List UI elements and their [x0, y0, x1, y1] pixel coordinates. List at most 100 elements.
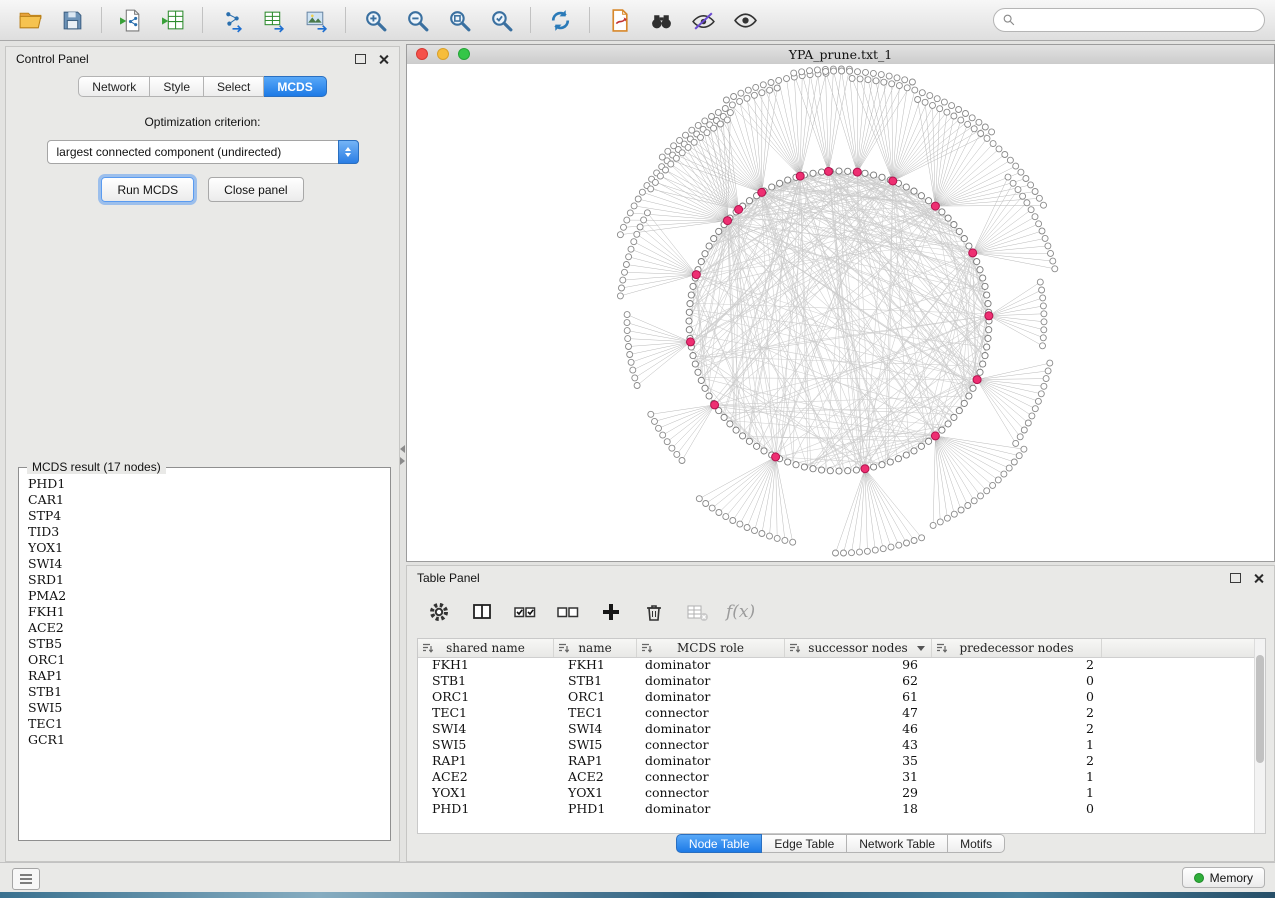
- table-row[interactable]: TEC1TEC1connector472: [418, 705, 1255, 721]
- tab-edge-table[interactable]: Edge Table: [762, 834, 847, 853]
- table-row[interactable]: ACE2ACE2connector311: [418, 769, 1255, 785]
- deselect-all-button[interactable]: [554, 598, 582, 626]
- table-row[interactable]: FKH1FKH1dominator962: [418, 657, 1255, 673]
- mcds-result-item[interactable]: ACE2: [28, 620, 387, 636]
- plus-icon: [599, 600, 623, 624]
- cell-filler: [1102, 769, 1255, 785]
- import-table-button[interactable]: [153, 4, 193, 36]
- zoom-out-icon: [405, 8, 430, 33]
- show-hide-button[interactable]: [725, 4, 765, 36]
- save-session-button[interactable]: [52, 4, 92, 36]
- cell-filler: [1102, 737, 1255, 753]
- show-columns-button[interactable]: [468, 598, 496, 626]
- mcds-result-item[interactable]: PHD1: [28, 476, 387, 492]
- close-panel-icon[interactable]: [1253, 573, 1264, 584]
- table-scrollbar[interactable]: [1254, 639, 1265, 833]
- mcds-result-item[interactable]: YOX1: [28, 540, 387, 556]
- column-header-mcds-role[interactable]: MCDS role: [637, 639, 785, 657]
- window-minimize-button[interactable]: [437, 48, 449, 60]
- run-mcds-button[interactable]: Run MCDS: [101, 177, 194, 202]
- cell-pred: 2: [932, 721, 1102, 737]
- mcds-result-item[interactable]: TID3: [28, 524, 387, 540]
- mcds-result-item[interactable]: TEC1: [28, 716, 387, 732]
- tab-network[interactable]: Network: [78, 76, 150, 97]
- criterion-dropdown[interactable]: largest connected component (undirected): [47, 140, 359, 164]
- tab-network-table[interactable]: Network Table: [847, 834, 948, 853]
- mcds-result-item[interactable]: STB5: [28, 636, 387, 652]
- mcds-result-item[interactable]: CAR1: [28, 492, 387, 508]
- add-column-button[interactable]: [597, 598, 625, 626]
- share-document-button[interactable]: [599, 4, 639, 36]
- delete-column-button[interactable]: [640, 598, 668, 626]
- tab-node-table[interactable]: Node Table: [676, 834, 763, 853]
- delete-table-button[interactable]: [683, 598, 711, 626]
- column-header-shared-name[interactable]: shared name: [418, 639, 554, 657]
- search-field[interactable]: [993, 8, 1265, 32]
- export-image-icon: [304, 8, 329, 33]
- cell-filler: [1102, 657, 1255, 673]
- mcds-result-item[interactable]: SRD1: [28, 572, 387, 588]
- sort-icon: [789, 642, 801, 654]
- function-builder-button[interactable]: f(x): [726, 602, 755, 622]
- mcds-result-item[interactable]: SWI4: [28, 556, 387, 572]
- table-row[interactable]: STB1STB1dominator620: [418, 673, 1255, 689]
- tab-style[interactable]: Style: [150, 76, 204, 97]
- table-row[interactable]: PHD1PHD1dominator180: [418, 801, 1255, 817]
- cell-filler: [1102, 705, 1255, 721]
- close-panel-button[interactable]: Close panel: [208, 177, 303, 202]
- mcds-result-item[interactable]: STP4: [28, 508, 387, 524]
- tab-mcds[interactable]: MCDS: [264, 76, 326, 97]
- window-zoom-button[interactable]: [458, 48, 470, 60]
- control-panel-title: Control Panel: [16, 52, 89, 66]
- table-row[interactable]: SWI4SWI4dominator462: [418, 721, 1255, 737]
- table-row[interactable]: SWI5SWI5connector431: [418, 737, 1255, 753]
- gear-icon: [427, 600, 451, 624]
- zoom-out-button[interactable]: [397, 4, 437, 36]
- window-close-button[interactable]: [416, 48, 428, 60]
- apply-layout-button[interactable]: [540, 4, 580, 36]
- scrollbar-thumb[interactable]: [1256, 655, 1264, 763]
- export-image-button[interactable]: [296, 4, 336, 36]
- column-header-predecessor-nodes[interactable]: predecessor nodes: [932, 639, 1102, 657]
- cell-role: connector: [637, 737, 785, 753]
- float-panel-icon[interactable]: [1230, 573, 1241, 583]
- find-button[interactable]: [641, 4, 681, 36]
- zoom-fit-button[interactable]: [439, 4, 479, 36]
- toolbar-separator: [530, 7, 531, 33]
- import-network-button[interactable]: [111, 4, 151, 36]
- zoom-selected-button[interactable]: [481, 4, 521, 36]
- mcds-result-item[interactable]: PMA2: [28, 588, 387, 604]
- mcds-result-item[interactable]: RAP1: [28, 668, 387, 684]
- table-row[interactable]: ORC1ORC1dominator610: [418, 689, 1255, 705]
- zoom-in-button[interactable]: [355, 4, 395, 36]
- network-window-titlebar[interactable]: YPA_prune.txt_1: [407, 45, 1274, 65]
- open-session-button[interactable]: [10, 4, 50, 36]
- network-graph[interactable]: [407, 64, 1274, 561]
- cell-succ: 31: [785, 769, 932, 785]
- panel-splitter-handle[interactable]: [398, 442, 406, 468]
- column-header-name[interactable]: name: [554, 639, 637, 657]
- style-visibility-button[interactable]: [683, 4, 723, 36]
- mcds-result-item[interactable]: FKH1: [28, 604, 387, 620]
- column-header-successor-nodes[interactable]: successor nodes: [785, 639, 932, 657]
- table-toolbar: f(x): [407, 592, 1274, 632]
- export-network-button[interactable]: [212, 4, 252, 36]
- select-all-button[interactable]: [511, 598, 539, 626]
- table-row[interactable]: RAP1RAP1dominator352: [418, 753, 1255, 769]
- status-menu-button[interactable]: [12, 868, 40, 890]
- mcds-result-item[interactable]: GCR1: [28, 732, 387, 748]
- float-panel-icon[interactable]: [355, 54, 366, 64]
- close-panel-icon[interactable]: [378, 54, 389, 65]
- mcds-result-item[interactable]: STB1: [28, 684, 387, 700]
- search-input[interactable]: [1022, 12, 1256, 28]
- export-table-button[interactable]: [254, 4, 294, 36]
- network-canvas[interactable]: [407, 64, 1274, 561]
- table-row[interactable]: YOX1YOX1connector291: [418, 785, 1255, 801]
- memory-button[interactable]: Memory: [1182, 867, 1265, 888]
- mcds-result-item[interactable]: ORC1: [28, 652, 387, 668]
- mcds-result-item[interactable]: SWI5: [28, 700, 387, 716]
- tab-motifs[interactable]: Motifs: [948, 834, 1005, 853]
- tab-select[interactable]: Select: [204, 76, 264, 97]
- cell-pred: 2: [932, 705, 1102, 721]
- table-settings-button[interactable]: [425, 598, 453, 626]
